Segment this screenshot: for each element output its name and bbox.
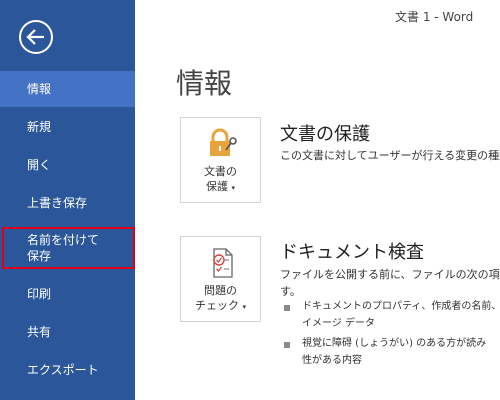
bullet-item-line1: ドキュメントのプロパティ、作成者の名前、ト: [302, 301, 500, 312]
bullet-item-line2: イメージ データ: [302, 318, 375, 329]
inspect-button-label-line1: 問題の: [204, 284, 237, 297]
highlight-frame: [2, 227, 135, 269]
sidebar-item-open[interactable]: 開く: [0, 148, 135, 182]
inspect-document-icon: [213, 248, 233, 278]
sidebar-item-label: エクスポート: [27, 363, 99, 377]
inspect-button-label-line2: チェック ▾: [181, 298, 260, 315]
sidebar-item-info[interactable]: 情報: [0, 71, 135, 107]
sidebar-item-print[interactable]: 印刷: [0, 277, 135, 311]
dropdown-caret-icon: ▾: [242, 303, 246, 311]
back-arrow-icon: [19, 20, 53, 54]
bullet-item-line1: 視覚に障碍 (しょうがい) のある方が読み: [302, 338, 487, 349]
backstage-sidebar: 情報 新規 開く 上書き保存 名前を付けて 保存 印刷 共有 エクスポート: [0, 0, 135, 400]
sidebar-item-share[interactable]: 共有: [0, 315, 135, 349]
inspect-section-title: ドキュメント検査: [280, 242, 424, 263]
bullet-marker: [284, 342, 290, 348]
protect-button-label-line1: 文書の: [204, 165, 237, 178]
back-button[interactable]: [17, 18, 55, 56]
sidebar-item-save[interactable]: 上書き保存: [0, 186, 135, 220]
protect-section-title: 文書の保護: [280, 124, 370, 145]
sidebar-item-label: 共有: [27, 325, 52, 339]
sidebar-item-label: 情報: [27, 82, 52, 96]
protect-button-label-line2: 保護 ▾: [181, 179, 260, 196]
inspect-description-line2: す。: [280, 285, 301, 298]
sidebar-item-label: 上書き保存: [27, 196, 88, 210]
sidebar-item-label: 開く: [27, 158, 52, 172]
lock-key-icon: [210, 128, 237, 156]
protect-section-description: この文書に対してユーザーが行える変更の種類を: [280, 149, 500, 162]
dropdown-caret-icon: ▾: [231, 184, 235, 192]
bullet-item-line2: 性がある内容: [302, 355, 362, 366]
sidebar-item-new[interactable]: 新規: [0, 110, 135, 144]
sidebar-item-export[interactable]: エクスポート: [0, 353, 135, 387]
inspect-button-label-text: チェック: [194, 299, 239, 312]
inspect-description-line1: ファイルを公開する前に、ファイルの次の項目: [280, 268, 500, 281]
protect-document-button[interactable]: 文書の 保護 ▾: [180, 117, 261, 203]
sidebar-item-label: 新規: [27, 120, 52, 134]
page-title: 情報: [176, 67, 233, 100]
check-for-issues-button[interactable]: 問題の チェック ▾: [180, 236, 261, 322]
sidebar-item-label: 印刷: [27, 287, 52, 301]
window-title: 文書 1 - Word: [395, 10, 474, 24]
protect-button-label-text: 保護: [205, 180, 228, 193]
bullet-marker: [284, 305, 290, 311]
